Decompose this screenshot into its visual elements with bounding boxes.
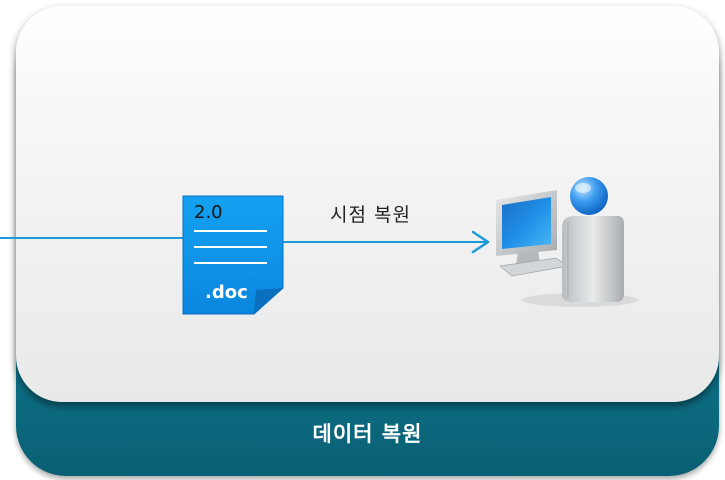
diagram-artwork [0, 177, 638, 315]
arrow-right-icon [283, 230, 490, 254]
arrow-caption: 시점 복원 [330, 204, 411, 226]
document-extension-label: .doc [205, 282, 248, 303]
computer-user-icon [496, 177, 638, 307]
document-version-label: 2.0 [194, 202, 223, 223]
restore-diagram: 2.0 .doc 시점 복원 데이터 복원 [0, 0, 725, 480]
footer-title: 데이터 복원 [312, 422, 423, 446]
